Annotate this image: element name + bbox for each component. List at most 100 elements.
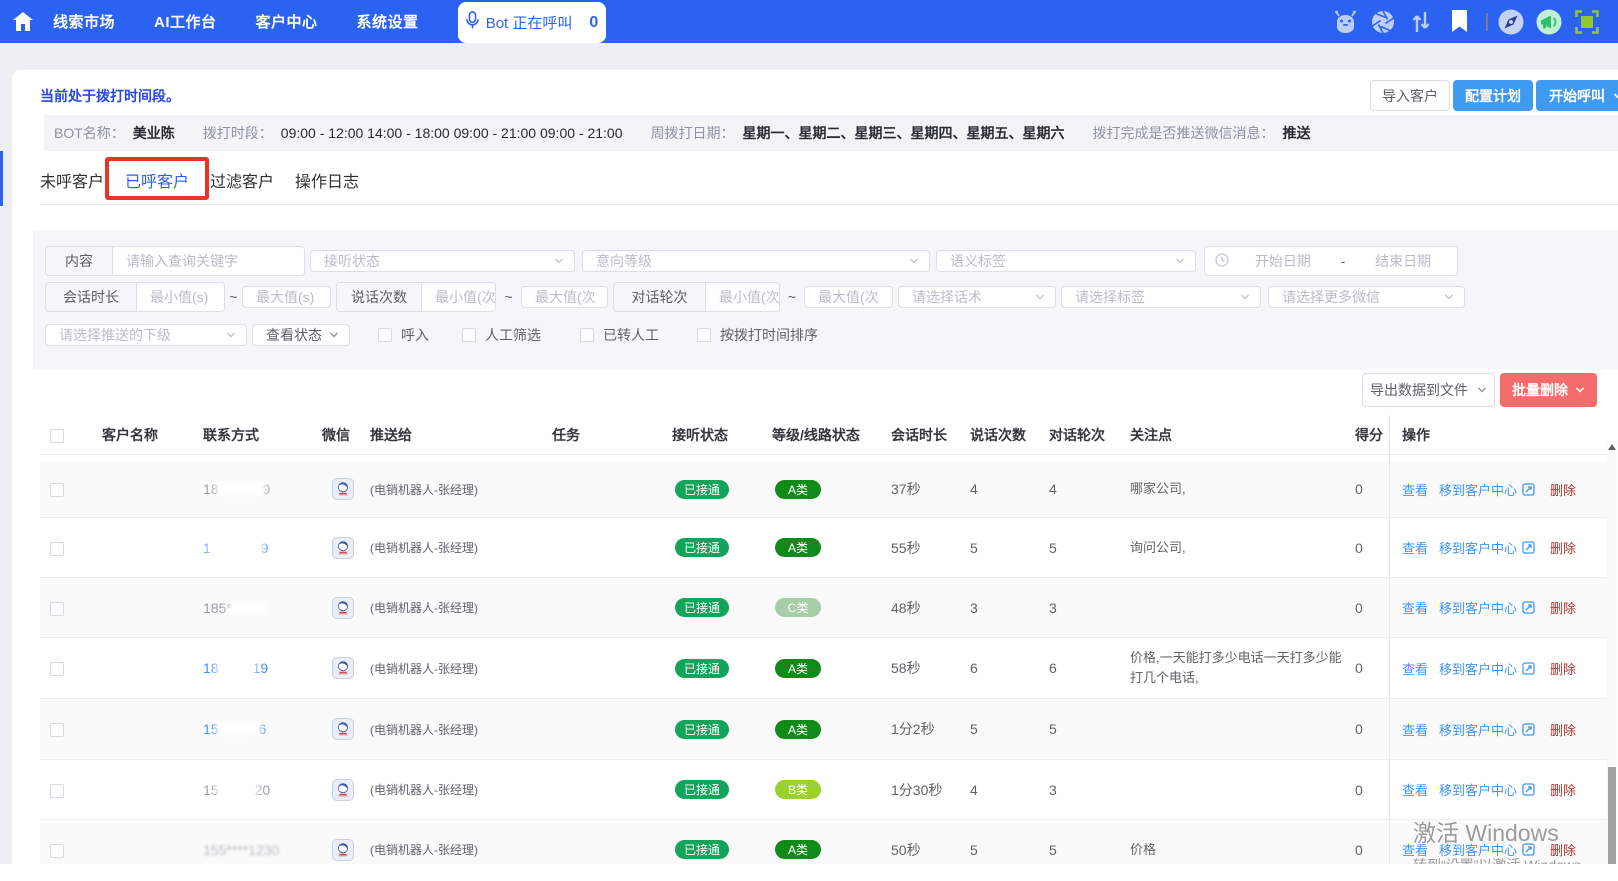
- row-checkbox[interactable]: [50, 483, 64, 498]
- duration-min-input[interactable]: 最小值(s): [136, 282, 225, 312]
- grade-badge: A类: [775, 658, 821, 678]
- tab-3[interactable]: 过滤客户: [210, 168, 274, 192]
- move-to-customer-center-link[interactable]: 移到客户中心: [1439, 659, 1535, 678]
- checkbox-icon[interactable]: [378, 328, 392, 342]
- view-link[interactable]: 查看: [1402, 480, 1428, 499]
- duration-max-input[interactable]: 最大值(s): [242, 286, 331, 308]
- wechat-contact-icon[interactable]: [332, 718, 354, 740]
- delete-link[interactable]: 删除: [1550, 480, 1576, 499]
- delete-link[interactable]: 删除: [1550, 780, 1576, 799]
- select-all-checkbox[interactable]: [50, 428, 64, 443]
- vertical-scrollbar[interactable]: [1607, 441, 1617, 864]
- dialog-rounds-min-input[interactable]: 最小值(次: [705, 282, 780, 312]
- pushed-to-text: (电销机器人-张经理): [370, 722, 478, 737]
- script-select[interactable]: 请选择话术: [898, 286, 1056, 308]
- delete-link[interactable]: 删除: [1550, 840, 1576, 859]
- semantic-tag-select[interactable]: 语义标签: [936, 250, 1196, 272]
- move-to-customer-center-link[interactable]: 移到客户中心: [1439, 480, 1535, 499]
- nav-item-4[interactable]: 系统设置: [357, 11, 419, 32]
- move-to-customer-center-link[interactable]: 移到客户中心: [1439, 720, 1535, 739]
- sort-arrows-icon[interactable]: [1408, 9, 1434, 35]
- nav-item-3[interactable]: 客户中心: [256, 11, 318, 32]
- talk-count-min-input[interactable]: 最小值(次: [421, 282, 496, 312]
- filter-checkbox-1[interactable]: 呼入: [378, 325, 429, 345]
- talk-count-max-input[interactable]: 最大值(次: [521, 286, 608, 308]
- phone-link[interactable]: 18 19: [203, 660, 268, 676]
- bot-calling-status[interactable]: Bot 正在呼叫 0: [458, 2, 606, 43]
- checkbox-icon[interactable]: [580, 328, 594, 342]
- nav-item-1[interactable]: 线索市场: [53, 11, 115, 32]
- megaphone-icon[interactable]: [1536, 9, 1562, 35]
- row-checkbox[interactable]: [50, 723, 64, 738]
- delete-link[interactable]: 删除: [1550, 538, 1576, 557]
- screenshot-icon[interactable]: [1574, 9, 1600, 35]
- bookmark-icon[interactable]: [1446, 9, 1472, 35]
- view-link[interactable]: 查看: [1402, 720, 1428, 739]
- start-date-input[interactable]: 开始日期: [1229, 251, 1337, 271]
- configure-plan-button[interactable]: 配置计划: [1453, 80, 1533, 111]
- move-to-customer-center-link[interactable]: 移到客户中心: [1439, 780, 1535, 799]
- tab-1[interactable]: 未呼客户: [40, 168, 104, 192]
- wechat-contact-icon[interactable]: [332, 478, 354, 500]
- phone-link[interactable]: 19: [203, 539, 269, 556]
- home-icon[interactable]: [0, 0, 46, 43]
- tab-4[interactable]: 操作日志: [295, 168, 359, 192]
- row-checkbox[interactable]: [50, 601, 64, 616]
- view-link[interactable]: 查看: [1402, 840, 1428, 859]
- delete-link[interactable]: 删除: [1550, 720, 1576, 739]
- tab-2[interactable]: 已呼客户: [125, 168, 189, 192]
- sidebar-collapsed-handle[interactable]: [0, 151, 3, 206]
- content-card: 当前处于拨打时间段。 导入客户 配置计划 开始呼叫 BOT名称： 美业陈 拨打时段：…: [12, 70, 1618, 864]
- scrollbar-up-arrow[interactable]: [1608, 444, 1616, 450]
- view-link[interactable]: 查看: [1402, 598, 1428, 617]
- wechat-contact-icon[interactable]: [332, 838, 354, 861]
- date-range-picker[interactable]: 开始日期 - 结束日期: [1204, 246, 1458, 276]
- row-checkbox[interactable]: [50, 541, 64, 556]
- filter-checkbox-3[interactable]: 已转人工: [580, 325, 659, 345]
- view-state-select[interactable]: 查看状态: [252, 324, 350, 346]
- batch-delete-button[interactable]: 批量删除: [1500, 373, 1597, 407]
- scrollbar-thumb[interactable]: [1608, 767, 1616, 864]
- pushed-to-cell: (电销机器人-张经理): [370, 721, 552, 738]
- export-data-button[interactable]: 导出数据到文件: [1362, 373, 1495, 407]
- compass-icon[interactable]: [1498, 9, 1524, 35]
- move-to-customer-center-link[interactable]: 移到客户中心: [1439, 598, 1535, 617]
- view-link[interactable]: 查看: [1402, 659, 1428, 678]
- operations-cell: 查看 移到客户中心 删除: [1389, 720, 1607, 739]
- info-label: 周拨打日期：: [650, 125, 735, 141]
- start-call-button[interactable]: 开始呼叫: [1536, 80, 1618, 111]
- wechat-contact-icon[interactable]: [332, 778, 354, 801]
- wechat-contact-icon[interactable]: [332, 536, 354, 559]
- intent-level-select[interactable]: 意向等级: [582, 250, 930, 272]
- row-checkbox[interactable]: [50, 783, 64, 798]
- filter-checkbox-2[interactable]: 人工筛选: [462, 325, 541, 345]
- answer-state-select[interactable]: 接听状态: [310, 250, 575, 272]
- grade-badge: A类: [775, 719, 821, 739]
- delete-link[interactable]: 删除: [1550, 659, 1576, 678]
- robot-icon[interactable]: [1332, 9, 1358, 35]
- keyword-search-input[interactable]: 请输入查询关键字: [112, 246, 305, 276]
- more-wechat-select[interactable]: 请选择更多微信: [1268, 286, 1465, 308]
- row-checkbox[interactable]: [50, 843, 64, 858]
- dialog-rounds-max-input[interactable]: 最大值(次: [804, 286, 893, 308]
- push-subordinate-select[interactable]: 请选择推送的下级: [45, 324, 247, 346]
- wechat-contact-icon[interactable]: [332, 596, 354, 619]
- end-date-input[interactable]: 结束日期: [1349, 251, 1457, 271]
- aperture-icon[interactable]: [1370, 9, 1396, 35]
- table-row: 185* (电销机器人-张经理) 已接通 C类 48秒 3 3 0 查看 移到客户中心 删除: [40, 578, 1607, 638]
- filter-checkbox-4[interactable]: 按拨打时间排序: [697, 325, 818, 345]
- pushed-to-text: (电销机器人-张经理): [370, 601, 478, 615]
- view-link[interactable]: 查看: [1402, 538, 1428, 557]
- view-link[interactable]: 查看: [1402, 780, 1428, 799]
- wechat-contact-icon[interactable]: [332, 657, 354, 679]
- phone-link[interactable]: 156: [203, 721, 266, 737]
- checkbox-icon[interactable]: [697, 328, 711, 342]
- import-customers-button[interactable]: 导入客户: [1370, 80, 1450, 111]
- tag-select[interactable]: 请选择标签: [1061, 286, 1261, 308]
- nav-item-2[interactable]: AI工作台: [154, 11, 217, 32]
- move-to-customer-center-link[interactable]: 移到客户中心: [1439, 840, 1535, 859]
- delete-link[interactable]: 删除: [1550, 598, 1576, 617]
- checkbox-icon[interactable]: [462, 328, 476, 342]
- row-checkbox[interactable]: [50, 662, 64, 677]
- move-to-customer-center-link[interactable]: 移到客户中心: [1439, 538, 1535, 557]
